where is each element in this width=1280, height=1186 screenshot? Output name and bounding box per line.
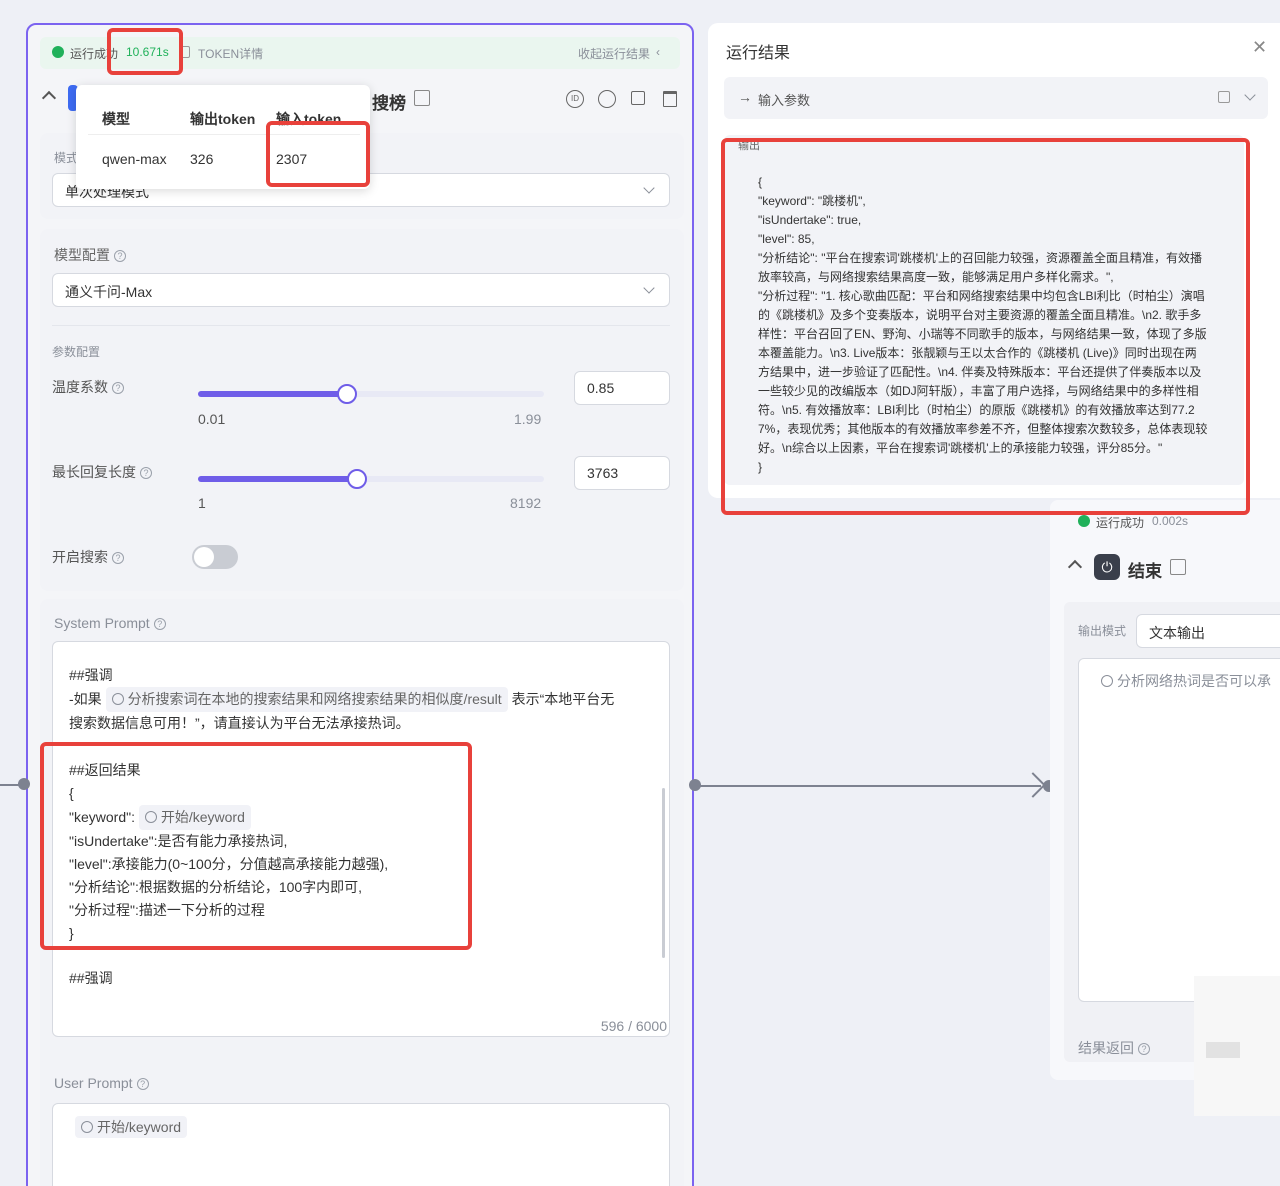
- search-toggle-label: 开启搜索?: [52, 547, 124, 567]
- close-icon[interactable]: ✕: [1252, 37, 1267, 58]
- variable-icon: [1101, 675, 1113, 687]
- prompt-line: -如果 分析搜索词在本地的搜索结果和网络搜索结果的相似度/result 表示“本…: [69, 687, 659, 712]
- variable-tag[interactable]: 分析网络热词是否可以承: [1101, 671, 1271, 691]
- chevron-down-icon: [643, 182, 655, 194]
- max-length-input[interactable]: 3763: [574, 456, 670, 490]
- debug-icon[interactable]: ID: [566, 90, 584, 108]
- variable-icon: [81, 1121, 93, 1133]
- end-status-text: 运行成功: [1096, 516, 1145, 530]
- divider: [52, 325, 670, 326]
- copy-icon[interactable]: [631, 91, 645, 105]
- search-toggle-knob: [194, 547, 214, 567]
- model-config-section: 模型配置? 通义千问-Max 参数配置 温度系数? 0.01 1.99 0.85…: [40, 229, 684, 591]
- result-return-label: 结果返回?: [1078, 1038, 1150, 1058]
- copy-icon[interactable]: [1218, 91, 1230, 103]
- char-counter: 596 / 6000: [600, 1018, 667, 1034]
- max-length-slider-thumb[interactable]: [347, 469, 368, 489]
- edge-line[interactable]: [696, 785, 1041, 787]
- output-content-editor[interactable]: 分析网络热词是否可以承: [1078, 658, 1280, 1002]
- max-length-max: 8192: [510, 495, 542, 511]
- chevron-down-icon[interactable]: [1244, 89, 1256, 101]
- end-status-time: 0.002s: [1152, 514, 1189, 528]
- max-length-slider-fill: [198, 476, 358, 482]
- max-length-label: 最长回复长度?: [52, 462, 152, 482]
- max-length-min: 1: [198, 495, 206, 511]
- system-prompt-label: System Prompt?: [54, 615, 166, 631]
- variable-tag[interactable]: 开始/keyword: [75, 1116, 188, 1138]
- help-icon: ?: [140, 467, 152, 480]
- node-title: 搜榜: [372, 94, 406, 113]
- prompt-line: ##强调: [69, 667, 113, 683]
- overlay-patch: [1206, 1042, 1240, 1058]
- help-icon: ?: [1138, 1043, 1150, 1056]
- help-icon: ?: [136, 1078, 149, 1091]
- highlight-box: [721, 138, 1250, 515]
- connector-port[interactable]: [689, 779, 701, 791]
- collapse-result-link[interactable]: 收起运行结果: [578, 45, 650, 62]
- user-prompt-section: User Prompt? 开始/keyword: [40, 1059, 684, 1186]
- output-mode-label: 输出模式: [1078, 624, 1127, 638]
- collapse-chevron-icon[interactable]: [41, 90, 57, 106]
- connector-port[interactable]: [18, 778, 30, 790]
- success-icon: [52, 46, 64, 58]
- chevron-down-icon: [643, 282, 655, 294]
- max-length-value: 3763: [587, 465, 619, 481]
- token-output-cell: 326: [190, 151, 214, 167]
- token-header-output: 输出token: [190, 111, 256, 127]
- help-icon: ?: [112, 552, 124, 565]
- temperature-input[interactable]: 0.85: [574, 371, 670, 405]
- end-status: 运行成功 0.002s: [1070, 512, 1280, 532]
- temperature-value: 0.85: [587, 380, 615, 396]
- user-prompt-label: User Prompt?: [54, 1075, 149, 1091]
- help-icon: ?: [114, 250, 126, 263]
- model-select[interactable]: 通义千问-Max: [52, 273, 670, 307]
- end-node-title: 结束: [1128, 562, 1162, 581]
- input-params-label: 输入参数: [758, 93, 811, 108]
- temperature-label: 温度系数?: [52, 377, 124, 397]
- play-icon[interactable]: [598, 90, 616, 108]
- token-model-cell: qwen-max: [102, 151, 167, 167]
- mode-label: 模式: [54, 151, 79, 165]
- highlight-box: [266, 121, 370, 187]
- output-mode-value: 文本输出: [1149, 625, 1205, 641]
- arrow-head-icon: [1020, 772, 1046, 798]
- temperature-slider[interactable]: [198, 384, 544, 404]
- model-config-label: 模型配置?: [54, 245, 126, 265]
- chevron-left-icon: ‹: [656, 45, 660, 59]
- prompt-line: ##强调: [69, 970, 113, 986]
- model-value: 通义千问-Max: [65, 284, 153, 300]
- prompt-line: 搜索数据信息可用！”，请直接认为平台无法承接热词。: [69, 715, 410, 731]
- delete-icon[interactable]: [663, 91, 677, 107]
- variable-icon: [111, 693, 124, 705]
- variable-tag[interactable]: 分析搜索词在本地的搜索结果和网络搜索结果的相似度/result: [105, 687, 508, 712]
- token-detail-link[interactable]: TOKEN详情: [198, 45, 263, 62]
- success-icon: [1078, 515, 1090, 527]
- params-label: 参数配置: [52, 345, 101, 359]
- result-panel-title: 运行结果: [726, 45, 791, 62]
- scrollbar[interactable]: [662, 788, 665, 958]
- highlight-box: [40, 742, 472, 950]
- output-mode-select[interactable]: 文本输出: [1136, 614, 1280, 648]
- search-toggle[interactable]: [192, 545, 238, 569]
- temperature-slider-fill: [198, 391, 347, 397]
- help-icon: ?: [112, 382, 124, 395]
- temperature-max: 1.99: [514, 411, 542, 427]
- highlight-box: [107, 28, 183, 75]
- token-header-model: 模型: [102, 111, 130, 127]
- temperature-slider-thumb[interactable]: [336, 384, 357, 404]
- arrow-right-icon: →: [738, 89, 752, 105]
- llm-node-card[interactable]: 运行成功 10.671s TOKEN详情 收起运行结果 ‹ 搜榜 ID 模式 单…: [26, 23, 694, 1186]
- input-params-row[interactable]: → 输入参数: [724, 77, 1268, 119]
- edit-icon[interactable]: [1170, 559, 1186, 575]
- collapse-chevron-icon[interactable]: [1067, 559, 1083, 575]
- help-icon: ?: [153, 618, 166, 631]
- edit-icon[interactable]: [414, 90, 430, 106]
- user-prompt-editor[interactable]: 开始/keyword: [52, 1103, 670, 1186]
- power-icon: ⏻: [1094, 554, 1120, 580]
- temperature-min: 0.01: [198, 411, 226, 427]
- max-length-slider[interactable]: [198, 469, 544, 489]
